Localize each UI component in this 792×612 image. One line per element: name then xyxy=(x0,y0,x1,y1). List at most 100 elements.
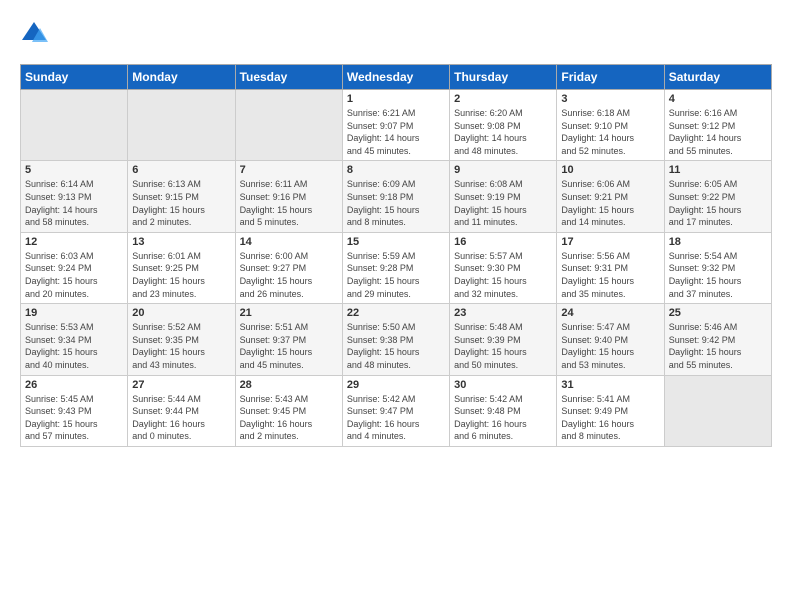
day-number: 23 xyxy=(454,307,552,319)
day-number: 11 xyxy=(669,164,767,176)
day-cell: 12 Sunrise: 6:03 AM Sunset: 9:24 PM Dayli… xyxy=(21,232,128,303)
day-number: 3 xyxy=(561,93,659,105)
day-cell: 22 Sunrise: 5:50 AM Sunset: 9:38 PM Dayli… xyxy=(342,304,449,375)
day-cell: 26 Sunrise: 5:45 AM Sunset: 9:43 PM Dayli… xyxy=(21,375,128,446)
day-info: Sunrise: 6:05 AM Sunset: 9:22 PM Dayligh… xyxy=(669,178,767,228)
day-cell: 17 Sunrise: 5:56 AM Sunset: 9:31 PM Dayli… xyxy=(557,232,664,303)
day-info: Sunrise: 6:06 AM Sunset: 9:21 PM Dayligh… xyxy=(561,178,659,228)
day-info: Sunrise: 6:11 AM Sunset: 9:16 PM Dayligh… xyxy=(240,178,338,228)
day-cell: 3 Sunrise: 6:18 AM Sunset: 9:10 PM Daylig… xyxy=(557,90,664,161)
day-number: 27 xyxy=(132,379,230,391)
day-cell: 2Sunrise: 6:20 AM Sunset: 9:08 PM Daylig… xyxy=(450,90,557,161)
week-row-3: 12 Sunrise: 6:03 AM Sunset: 9:24 PM Dayli… xyxy=(21,232,772,303)
day-info: Sunrise: 5:56 AM Sunset: 9:31 PM Dayligh… xyxy=(561,250,659,300)
day-cell: 18 Sunrise: 5:54 AM Sunset: 9:32 PM Dayli… xyxy=(664,232,771,303)
day-cell: 11 Sunrise: 6:05 AM Sunset: 9:22 PM Dayli… xyxy=(664,161,771,232)
day-cell: 24Sunrise: 5:47 AM Sunset: 9:40 PM Dayli… xyxy=(557,304,664,375)
day-info: Sunrise: 6:13 AM Sunset: 9:15 PM Dayligh… xyxy=(132,178,230,228)
day-number: 13 xyxy=(132,236,230,248)
day-cell: 16Sunrise: 5:57 AM Sunset: 9:30 PM Dayli… xyxy=(450,232,557,303)
col-header-friday: Friday xyxy=(557,65,664,90)
day-info: Sunrise: 5:44 AM Sunset: 9:44 PM Dayligh… xyxy=(132,393,230,443)
day-info: Sunrise: 6:21 AM Sunset: 9:07 PM Dayligh… xyxy=(347,107,445,157)
day-cell: 23 Sunrise: 5:48 AM Sunset: 9:39 PM Dayli… xyxy=(450,304,557,375)
day-cell: 30 Sunrise: 5:42 AM Sunset: 9:48 PM Dayli… xyxy=(450,375,557,446)
day-number: 4 xyxy=(669,93,767,105)
col-header-monday: Monday xyxy=(128,65,235,90)
day-number: 14 xyxy=(240,236,338,248)
day-cell: 28 Sunrise: 5:43 AM Sunset: 9:45 PM Dayli… xyxy=(235,375,342,446)
day-cell: 7Sunrise: 6:11 AM Sunset: 9:16 PM Daylig… xyxy=(235,161,342,232)
day-number: 20 xyxy=(132,307,230,319)
day-info: Sunrise: 5:53 AM Sunset: 9:34 PM Dayligh… xyxy=(25,321,123,371)
day-number: 1 xyxy=(347,93,445,105)
col-header-sunday: Sunday xyxy=(21,65,128,90)
day-cell: 1 Sunrise: 6:21 AM Sunset: 9:07 PM Daylig… xyxy=(342,90,449,161)
day-info: Sunrise: 5:45 AM Sunset: 9:43 PM Dayligh… xyxy=(25,393,123,443)
day-cell: 14 Sunrise: 6:00 AM Sunset: 9:27 PM Dayli… xyxy=(235,232,342,303)
day-info: Sunrise: 5:46 AM Sunset: 9:42 PM Dayligh… xyxy=(669,321,767,371)
day-number: 30 xyxy=(454,379,552,391)
logo-icon xyxy=(20,20,48,48)
day-info: Sunrise: 6:16 AM Sunset: 9:12 PM Dayligh… xyxy=(669,107,767,157)
week-row-2: 5 Sunrise: 6:14 AM Sunset: 9:13 PM Daylig… xyxy=(21,161,772,232)
day-number: 22 xyxy=(347,307,445,319)
day-number: 12 xyxy=(25,236,123,248)
day-info: Sunrise: 6:03 AM Sunset: 9:24 PM Dayligh… xyxy=(25,250,123,300)
day-number: 10 xyxy=(561,164,659,176)
day-info: Sunrise: 5:51 AM Sunset: 9:37 PM Dayligh… xyxy=(240,321,338,371)
day-cell: 15 Sunrise: 5:59 AM Sunset: 9:28 PM Dayli… xyxy=(342,232,449,303)
day-number: 17 xyxy=(561,236,659,248)
day-number: 5 xyxy=(25,164,123,176)
day-number: 28 xyxy=(240,379,338,391)
day-number: 26 xyxy=(25,379,123,391)
day-cell: 25 Sunrise: 5:46 AM Sunset: 9:42 PM Dayli… xyxy=(664,304,771,375)
day-info: Sunrise: 5:41 AM Sunset: 9:49 PM Dayligh… xyxy=(561,393,659,443)
day-info: Sunrise: 5:59 AM Sunset: 9:28 PM Dayligh… xyxy=(347,250,445,300)
header xyxy=(20,20,772,48)
day-cell: 20Sunrise: 5:52 AM Sunset: 9:35 PM Dayli… xyxy=(128,304,235,375)
day-cell: 5 Sunrise: 6:14 AM Sunset: 9:13 PM Daylig… xyxy=(21,161,128,232)
day-info: Sunrise: 6:18 AM Sunset: 9:10 PM Dayligh… xyxy=(561,107,659,157)
col-header-tuesday: Tuesday xyxy=(235,65,342,90)
day-info: Sunrise: 5:42 AM Sunset: 9:48 PM Dayligh… xyxy=(454,393,552,443)
day-cell: 21 Sunrise: 5:51 AM Sunset: 9:37 PM Dayli… xyxy=(235,304,342,375)
day-cell: 8 Sunrise: 6:09 AM Sunset: 9:18 PM Daylig… xyxy=(342,161,449,232)
logo xyxy=(20,20,52,48)
day-number: 31 xyxy=(561,379,659,391)
day-cell xyxy=(21,90,128,161)
day-cell: 31 Sunrise: 5:41 AM Sunset: 9:49 PM Dayli… xyxy=(557,375,664,446)
day-number: 21 xyxy=(240,307,338,319)
day-cell xyxy=(235,90,342,161)
day-info: Sunrise: 5:50 AM Sunset: 9:38 PM Dayligh… xyxy=(347,321,445,371)
day-cell: 9Sunrise: 6:08 AM Sunset: 9:19 PM Daylig… xyxy=(450,161,557,232)
day-cell: 27 Sunrise: 5:44 AM Sunset: 9:44 PM Dayli… xyxy=(128,375,235,446)
day-info: Sunrise: 5:43 AM Sunset: 9:45 PM Dayligh… xyxy=(240,393,338,443)
week-row-4: 19 Sunrise: 5:53 AM Sunset: 9:34 PM Dayli… xyxy=(21,304,772,375)
day-info: Sunrise: 6:09 AM Sunset: 9:18 PM Dayligh… xyxy=(347,178,445,228)
day-number: 18 xyxy=(669,236,767,248)
day-number: 15 xyxy=(347,236,445,248)
day-cell xyxy=(664,375,771,446)
day-info: Sunrise: 6:08 AM Sunset: 9:19 PM Dayligh… xyxy=(454,178,552,228)
day-info: Sunrise: 5:57 AM Sunset: 9:30 PM Dayligh… xyxy=(454,250,552,300)
col-header-saturday: Saturday xyxy=(664,65,771,90)
day-info: Sunrise: 5:42 AM Sunset: 9:47 PM Dayligh… xyxy=(347,393,445,443)
day-info: Sunrise: 6:00 AM Sunset: 9:27 PM Dayligh… xyxy=(240,250,338,300)
day-cell: 29 Sunrise: 5:42 AM Sunset: 9:47 PM Dayli… xyxy=(342,375,449,446)
day-info: Sunrise: 5:54 AM Sunset: 9:32 PM Dayligh… xyxy=(669,250,767,300)
day-cell: 13Sunrise: 6:01 AM Sunset: 9:25 PM Dayli… xyxy=(128,232,235,303)
day-info: Sunrise: 5:48 AM Sunset: 9:39 PM Dayligh… xyxy=(454,321,552,371)
day-cell: 6 Sunrise: 6:13 AM Sunset: 9:15 PM Daylig… xyxy=(128,161,235,232)
day-number: 6 xyxy=(132,164,230,176)
week-row-5: 26 Sunrise: 5:45 AM Sunset: 9:43 PM Dayli… xyxy=(21,375,772,446)
day-cell: 10 Sunrise: 6:06 AM Sunset: 9:21 PM Dayli… xyxy=(557,161,664,232)
day-cell: 4 Sunrise: 6:16 AM Sunset: 9:12 PM Daylig… xyxy=(664,90,771,161)
day-number: 25 xyxy=(669,307,767,319)
day-number: 29 xyxy=(347,379,445,391)
calendar-page: SundayMondayTuesdayWednesdayThursdayFrid… xyxy=(0,0,792,457)
day-info: Sunrise: 6:14 AM Sunset: 9:13 PM Dayligh… xyxy=(25,178,123,228)
day-cell: 19 Sunrise: 5:53 AM Sunset: 9:34 PM Dayli… xyxy=(21,304,128,375)
day-number: 19 xyxy=(25,307,123,319)
day-number: 8 xyxy=(347,164,445,176)
